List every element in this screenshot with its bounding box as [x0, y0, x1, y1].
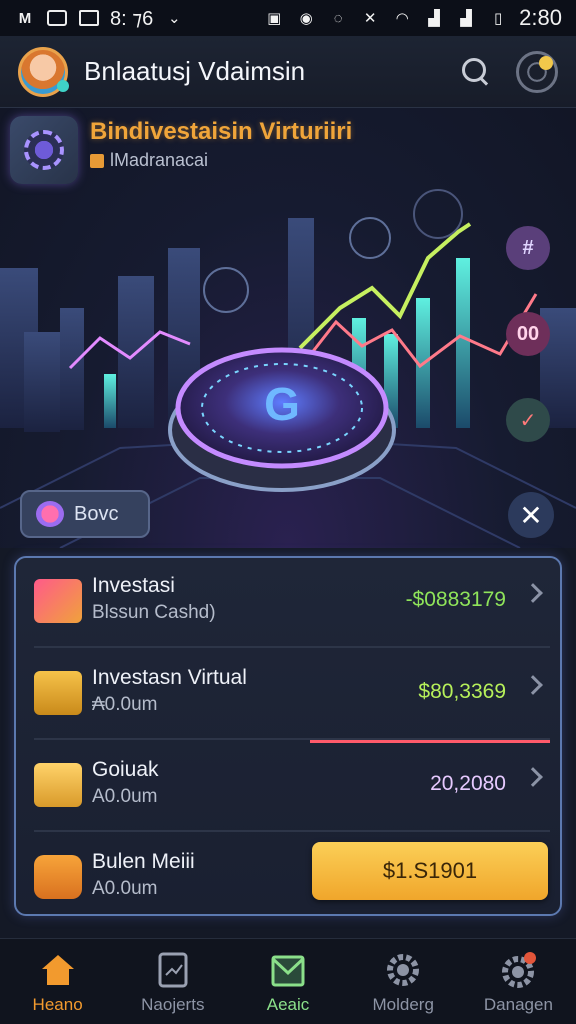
list-item-sub: Blssun Cashd) [92, 602, 216, 623]
chevron-right-icon [523, 583, 543, 603]
app-logo-icon[interactable] [10, 116, 78, 184]
nav-projects[interactable]: Naojerts [115, 939, 230, 1024]
download-icon: ⌄ [168, 10, 181, 27]
settings-badge-icon [502, 952, 537, 988]
clock: 2:80 [519, 5, 562, 30]
wifi-icon: ◠ [395, 10, 409, 27]
wallet-icon [34, 671, 82, 715]
city-chart-illustration: G [0, 189, 576, 548]
nav-label: Danagen [483, 995, 553, 1014]
signal-icon: ▟ [428, 10, 440, 27]
tag-icon [90, 153, 104, 168]
heart-icon [36, 501, 64, 527]
nav-settings[interactable]: Molderg [346, 939, 461, 1024]
mute-icon: ✕ [363, 10, 377, 27]
hero-title: Bindivestaisin Virturiiri [90, 118, 353, 145]
check-button[interactable]: ✓ [506, 398, 550, 442]
list-item-value: -$0883179 [405, 588, 506, 611]
list-item-title: Bulen Meiii [92, 850, 195, 873]
divider [34, 646, 550, 648]
list-item[interactable]: Investasi Blssun Cashd) -$0883179 [16, 558, 560, 644]
battery-icon: ▯ [494, 10, 503, 27]
nav-label: Molderg [372, 995, 434, 1014]
nav-label: Naojerts [141, 995, 205, 1014]
save-button-label: Bovc [74, 502, 119, 525]
home-icon [41, 955, 74, 985]
amount-button[interactable]: $1.S1901 [312, 842, 548, 900]
puzzle-icon [34, 855, 82, 899]
search-icon[interactable] [458, 54, 494, 90]
message-icon [78, 9, 100, 27]
gear-bubble-icon [413, 189, 463, 239]
list-item-title: Investasn Virtual [92, 666, 247, 689]
settings-button[interactable]: 00 [506, 312, 550, 356]
list-item-title: Investasi [92, 574, 175, 597]
list-item-sub: A0.0um [92, 878, 158, 899]
list-item[interactable]: Investasn Virtual ₳0.0um $80,3369 [16, 650, 560, 736]
gold-bars-icon [34, 763, 82, 807]
coin-logo-icon: G [264, 378, 300, 430]
app-title: Bnlaatusj Vdaimsin [84, 56, 306, 86]
building [60, 308, 84, 430]
close-icon: ✕ [519, 499, 543, 531]
chart-bubble-icon [203, 267, 249, 313]
save-button[interactable]: Bovc [20, 490, 150, 538]
list-item-title: Goiuak [92, 758, 159, 781]
status-bar: M 8: ⁊6 ⌄ ▣ ◉ ◌ ✕ ◠ ▟ ▟ ▯ 2:80 [0, 0, 576, 36]
cross-swords-icon [34, 579, 82, 623]
chart-bar [456, 258, 470, 428]
hashtag-button[interactable]: # [506, 226, 550, 270]
list-item[interactable]: Goiuak A0.0um 20,2080 [16, 742, 560, 828]
divider [34, 830, 550, 832]
nav-home[interactable]: Heano [0, 939, 115, 1024]
nav-manager[interactable]: Danagen [461, 939, 576, 1024]
chevron-right-icon [523, 675, 543, 695]
chevron-right-icon [523, 767, 543, 787]
nav-label: Aeaic [266, 995, 310, 1014]
nfc-icon: ▣ [267, 10, 282, 27]
photo-icon [46, 9, 68, 27]
trend-line-green [298, 222, 472, 350]
list-item-value: $80,3369 [418, 680, 506, 703]
list-item-sub: A0.0um [92, 786, 158, 807]
chart-bar [104, 374, 116, 428]
list-item-sub: ₳0.0um [92, 694, 158, 715]
chart-bubble-icon [349, 217, 391, 259]
hero-subtitle: lMadranacai [90, 150, 208, 171]
gear-icon [387, 954, 420, 986]
list-item-value: 20,2080 [430, 772, 506, 795]
hero-subtitle-text: lMadranacai [110, 150, 209, 170]
investment-list: Investasi Blssun Cashd) -$0883179 Invest… [14, 556, 562, 916]
nav-mail[interactable]: Aeaic [230, 939, 345, 1024]
hero-banner: G Bindivestaisin Virturiiri lMadranacai … [0, 108, 576, 548]
status-glyph: 8: ⁊6 [110, 7, 154, 30]
sync-icon: ◌ [333, 9, 343, 27]
building [24, 332, 60, 432]
signal-2-icon: ▟ [460, 10, 472, 27]
tablet-icon [158, 952, 188, 988]
alarm-icon: ◉ [299, 10, 313, 27]
app-bar: Bnlaatusj Vdaimsin [0, 36, 576, 108]
nav-label: Heano [32, 995, 83, 1014]
gmail-icon: M [18, 9, 32, 27]
bottom-nav: Heano Naojerts Aeaic Molderg Danagen [0, 938, 576, 1024]
mail-icon [271, 955, 305, 987]
close-button[interactable]: ✕ [508, 492, 554, 538]
target-icon[interactable] [516, 50, 558, 93]
avatar[interactable] [18, 46, 69, 97]
